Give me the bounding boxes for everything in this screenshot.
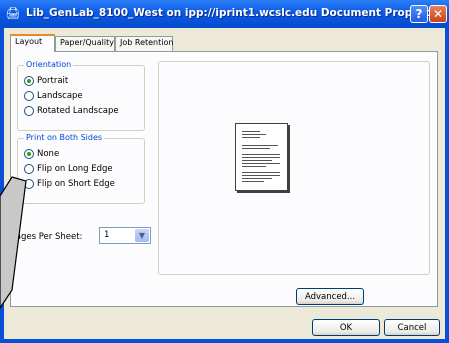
pages-per-sheet-select[interactable]: 1 ▼ — [99, 227, 151, 244]
radio-label: Landscape — [37, 91, 83, 101]
radio-indicator[interactable] — [24, 91, 34, 101]
tab-job-retention[interactable]: Job Retention — [115, 36, 173, 51]
layout-preview — [158, 61, 430, 275]
tab-paper-quality[interactable]: Paper/Quality — [55, 36, 115, 51]
pages-per-sheet-label: Pages Per Sheet: — [11, 232, 83, 242]
cancel-button[interactable]: Cancel — [384, 319, 440, 336]
help-button[interactable]: ? — [410, 5, 428, 23]
radio-none[interactable]: None — [24, 148, 59, 160]
chevron-down-icon[interactable]: ▼ — [135, 229, 149, 242]
page-preview-icon — [235, 123, 288, 191]
title-bar[interactable]: 🖨 Lib_GenLab_8100_West on ipp://iprint1.… — [0, 0, 449, 28]
ok-button[interactable]: OK — [312, 319, 380, 336]
print-both-sides-group: Print on Both Sides None Flip on Long Ed… — [17, 133, 145, 204]
advanced-button[interactable]: Advanced... — [296, 288, 364, 305]
radio-rotated-landscape[interactable]: Rotated Landscape — [24, 105, 119, 117]
radio-label: None — [37, 149, 60, 159]
radio-indicator[interactable] — [24, 106, 34, 116]
orientation-group: Orientation Portrait Landscape Rotated L… — [17, 60, 145, 131]
radio-label: Portrait — [37, 76, 69, 86]
pages-per-sheet-value: 1 — [104, 230, 110, 240]
layout-tab-panel: Orientation Portrait Landscape Rotated L… — [10, 51, 438, 307]
dialog-client-area: Layout Paper/Quality Job Retention Orien… — [4, 28, 445, 339]
close-button[interactable]: ✕ — [429, 5, 447, 23]
radio-landscape[interactable]: Landscape — [24, 90, 83, 102]
radio-label: Flip on Short Edge — [37, 179, 115, 189]
tab-layout[interactable]: Layout — [10, 34, 55, 52]
orientation-title: Orientation — [24, 60, 74, 69]
document-properties-window: 🖨 Lib_GenLab_8100_West on ipp://iprint1.… — [0, 0, 449, 343]
radio-indicator[interactable] — [24, 76, 34, 86]
radio-indicator[interactable] — [24, 164, 34, 174]
radio-label: Rotated Landscape — [37, 106, 119, 116]
radio-label: Flip on Long Edge — [37, 164, 113, 174]
window-title: Lib_GenLab_8100_West on ipp://iprint1.wc… — [26, 7, 447, 19]
radio-flip-long-edge[interactable]: Flip on Long Edge — [24, 163, 113, 175]
radio-flip-short-edge[interactable]: Flip on Short Edge — [24, 178, 115, 190]
printer-icon: 🖨 — [5, 6, 21, 20]
radio-indicator[interactable] — [24, 149, 34, 159]
print-both-sides-title: Print on Both Sides — [24, 133, 105, 142]
radio-portrait[interactable]: Portrait — [24, 75, 68, 87]
radio-indicator[interactable] — [24, 179, 34, 189]
